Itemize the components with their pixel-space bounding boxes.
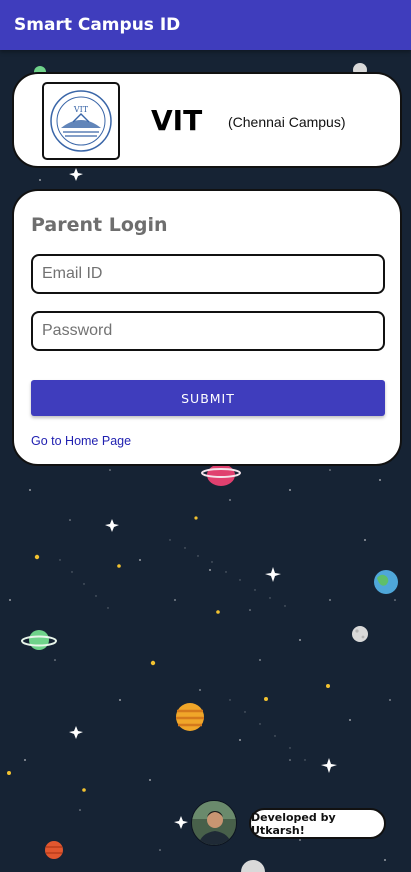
- campus-name: (Chennai Campus): [228, 114, 346, 130]
- submit-button[interactable]: SUBMIT: [31, 380, 385, 416]
- login-card: Parent Login SUBMIT Go to Home Page: [12, 189, 402, 466]
- developer-avatar[interactable]: [191, 800, 237, 846]
- developer-badge[interactable]: Developed by Utkarsh!: [249, 808, 386, 839]
- svg-text:VIT: VIT: [73, 105, 89, 114]
- password-field[interactable]: [31, 311, 385, 351]
- app-bar: Smart Campus ID: [0, 0, 411, 50]
- home-page-link[interactable]: Go to Home Page: [31, 434, 131, 448]
- institution-name: VIT: [151, 104, 203, 137]
- email-field[interactable]: [31, 254, 385, 294]
- vit-crest-icon: VIT: [42, 82, 120, 160]
- institution-card: VIT VIT (Chennai Campus): [12, 72, 402, 168]
- app-title: Smart Campus ID: [14, 15, 181, 35]
- login-heading: Parent Login: [31, 214, 168, 236]
